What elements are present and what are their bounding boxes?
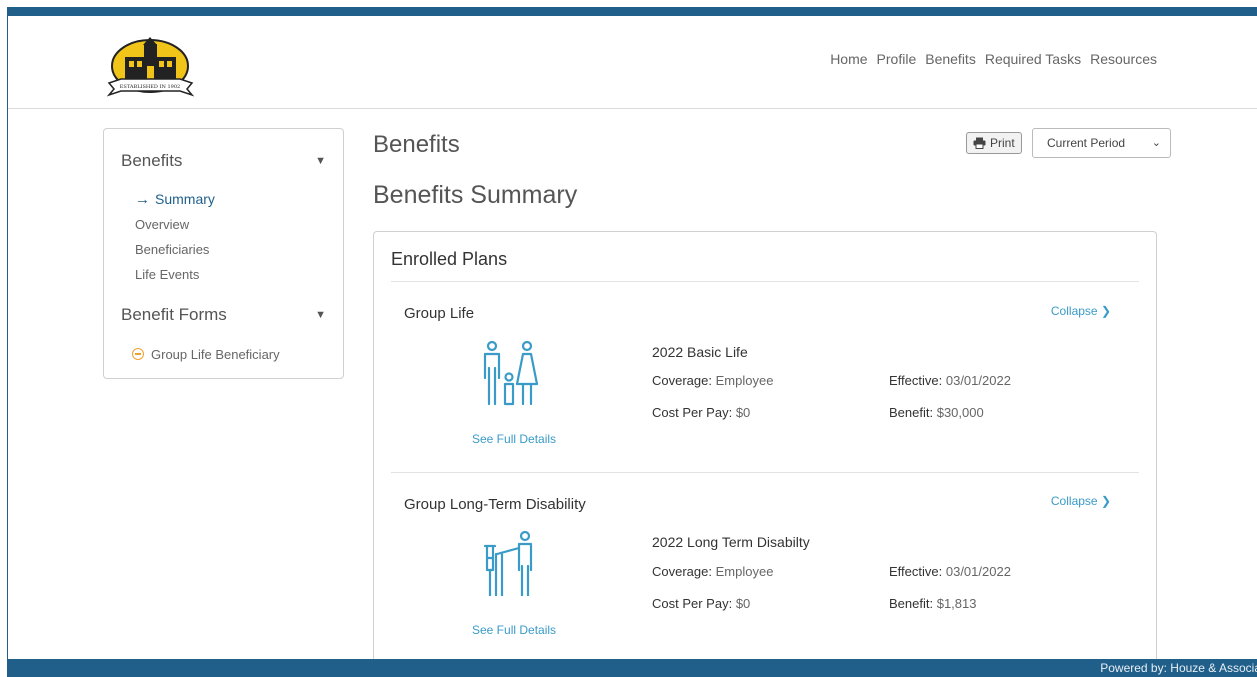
effective-field: Effective: 03/01/2022 <box>889 373 1011 388</box>
effective-value: 03/01/2022 <box>945 373 1011 388</box>
sidebar-item-life-events[interactable]: Life Events <box>135 267 199 282</box>
plan-name-group-life: Group Life <box>404 305 475 322</box>
plan-name-group-ltd: Group Long-Term Disability <box>404 496 586 513</box>
chevron-down-icon: ⌄ <box>1151 137 1161 149</box>
cost-value: $0 <box>735 596 751 611</box>
benefit-field: Benefit: $1,813 <box>889 596 976 611</box>
main-content: Benefits ▼ → Summary Overview Beneficiari… <box>8 109 1257 671</box>
caret-down-icon: ▼ <box>315 309 326 321</box>
main-nav: Home Profile Benefits Required Tasks Res… <box>830 51 1157 67</box>
effective-value: 03/01/2022 <box>945 564 1011 579</box>
plan-title: 2022 Long Term Disabilty <box>652 534 810 550</box>
family-icon <box>483 340 539 406</box>
caret-down-icon: ▼ <box>315 155 326 167</box>
see-full-details-link[interactable]: See Full Details <box>472 623 556 637</box>
effective-field: Effective: 03/01/2022 <box>889 564 1011 579</box>
sidebar-item-beneficiaries[interactable]: Beneficiaries <box>135 242 209 257</box>
effective-label: Effective: <box>889 373 943 388</box>
divider <box>391 472 1139 473</box>
app-frame: ESTABLISHED IN 1902 Home Profile Benefit… <box>7 7 1257 677</box>
benefit-field: Benefit: $30,000 <box>889 405 984 420</box>
coverage-label: Coverage: <box>652 373 712 388</box>
page-title: Benefits <box>373 131 460 158</box>
top-accent-bar <box>8 7 1257 16</box>
enrolled-plans-panel: Enrolled Plans Group Life Collapse ❯ See… <box>373 231 1157 671</box>
chevron-down-icon: ❯ <box>1100 304 1111 318</box>
nav-resources[interactable]: Resources <box>1090 51 1157 67</box>
disability-assist-icon <box>483 530 533 596</box>
cost-label: Cost Per Pay: <box>652 405 733 420</box>
arrow-right-icon: → <box>135 191 150 208</box>
see-full-details-link[interactable]: See Full Details <box>472 432 556 446</box>
footer: Powered by: Houze & Associates <box>8 659 1257 677</box>
panel-title: Enrolled Plans <box>391 249 508 269</box>
collapse-label: Collapse <box>1050 304 1098 318</box>
cost-field: Cost Per Pay: $0 <box>652 596 750 611</box>
sidebar-form-group-life-beneficiary[interactable]: Group Life Beneficiary <box>132 347 280 362</box>
benefit-label: Benefit: <box>889 405 934 420</box>
cost-label: Cost Per Pay: <box>652 596 733 611</box>
sidebar-form-label: Group Life Beneficiary <box>151 347 280 362</box>
nav-profile[interactable]: Profile <box>877 51 917 67</box>
effective-label: Effective: <box>889 564 943 579</box>
cost-field: Cost Per Pay: $0 <box>652 405 750 420</box>
cost-value: $0 <box>735 405 751 420</box>
coverage-value: Employee <box>715 564 774 579</box>
nav-home[interactable]: Home <box>830 51 867 67</box>
sidebar-item-summary[interactable]: → Summary <box>135 191 215 208</box>
page-subtitle: Benefits Summary <box>373 181 578 209</box>
plan-title: 2022 Basic Life <box>652 344 748 360</box>
chevron-down-icon: ❯ <box>1100 494 1111 508</box>
collapse-toggle-group-ltd[interactable]: Collapse ❯ <box>1051 494 1111 508</box>
print-label: Print <box>990 136 1015 150</box>
nav-required-tasks[interactable]: Required Tasks <box>985 51 1081 67</box>
coverage-field: Coverage: Employee <box>652 564 773 579</box>
sidebar-forms-label: Benefit Forms <box>121 305 227 324</box>
sidebar: Benefits ▼ → Summary Overview Beneficiari… <box>103 128 344 379</box>
sidebar-benefits-label: Benefits <box>121 151 183 170</box>
sidebar-item-label: Summary <box>155 191 215 207</box>
coverage-label: Coverage: <box>652 564 712 579</box>
coverage-value: Employee <box>715 373 774 388</box>
minus-circle-icon <box>132 348 144 360</box>
header: ESTABLISHED IN 1902 Home Profile Benefit… <box>8 16 1257 109</box>
benefit-value: $30,000 <box>936 405 984 420</box>
period-selected-value: Current Period <box>1047 136 1126 150</box>
logo-banner-text: ESTABLISHED IN 1902 <box>120 84 180 90</box>
print-button[interactable]: Print <box>966 132 1022 154</box>
coverage-field: Coverage: Employee <box>652 373 773 388</box>
nav-benefits[interactable]: Benefits <box>925 51 976 67</box>
benefit-value: $1,813 <box>936 596 977 611</box>
divider <box>391 281 1139 282</box>
sidebar-forms-header[interactable]: Benefit Forms ▼ <box>121 305 326 325</box>
sidebar-benefits-header[interactable]: Benefits ▼ <box>121 151 326 171</box>
benefit-label: Benefit: <box>889 596 934 611</box>
sidebar-item-overview[interactable]: Overview <box>135 217 189 232</box>
school-logo-icon[interactable]: ESTABLISHED IN 1902 <box>103 35 198 100</box>
collapse-toggle-group-life[interactable]: Collapse ❯ <box>1051 304 1111 318</box>
printer-icon <box>973 137 986 149</box>
collapse-label: Collapse <box>1050 494 1098 508</box>
period-select[interactable]: Current Period ⌄ <box>1032 128 1171 158</box>
footer-text[interactable]: Powered by: Houze & Associates <box>1100 661 1257 675</box>
